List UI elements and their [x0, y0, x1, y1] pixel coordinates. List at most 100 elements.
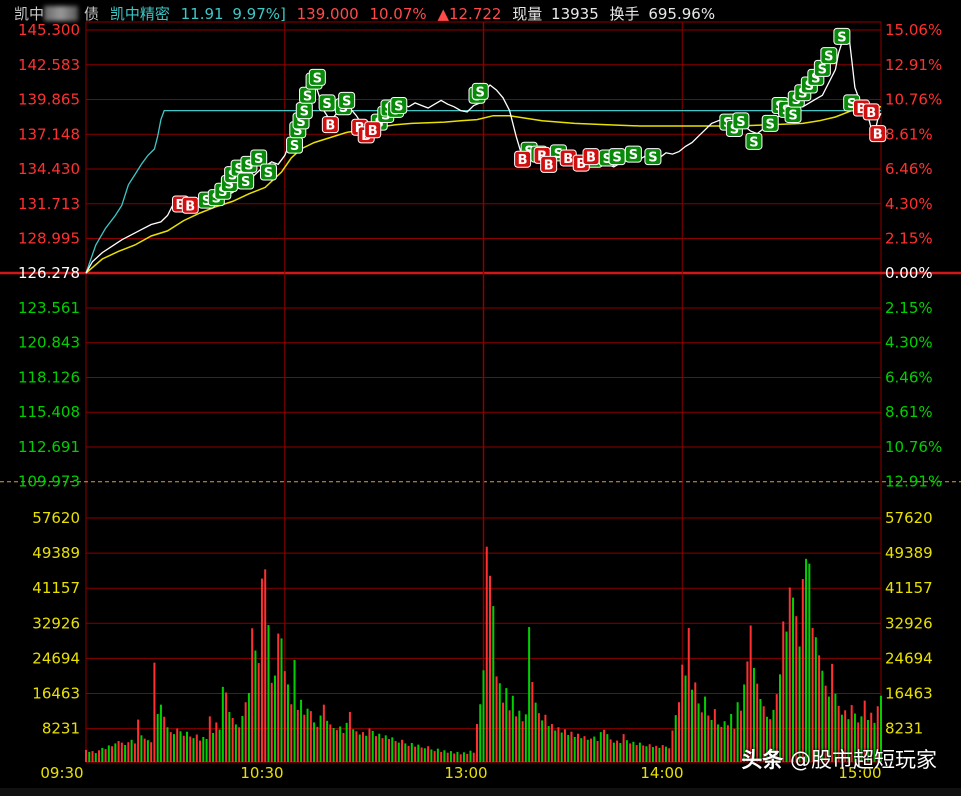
- sell-marker-letter: S: [290, 139, 299, 154]
- sell-marker: S: [761, 114, 779, 132]
- volume-bar: [111, 746, 114, 762]
- time-tick-label: 13:00: [444, 764, 487, 782]
- volume-tick-label: 16463: [32, 685, 80, 703]
- sell-marker-letter: S: [736, 115, 745, 130]
- stock-name-prefix: 凯中: [14, 5, 45, 23]
- sell-marker-letter: S: [241, 175, 250, 190]
- volume-tick-label: 16463: [885, 685, 933, 703]
- volume-bar: [391, 737, 394, 762]
- volume-value: 13935: [551, 5, 599, 23]
- volume-bar: [273, 675, 276, 762]
- quote-header: 凯中 债 凯中精密 11.91 9.97%] 139.000 10.07% ▲12…: [14, 3, 721, 25]
- volume-bar: [544, 714, 547, 762]
- volume-bar: [231, 717, 234, 762]
- sell-marker: S: [644, 148, 662, 166]
- volume-bar: [414, 746, 417, 762]
- volume-tick-label: 24694: [885, 649, 933, 667]
- volume-bar: [479, 704, 482, 762]
- volume-bar: [638, 742, 641, 762]
- volume-bar: [668, 748, 671, 762]
- volume-bar: [508, 710, 511, 762]
- related-stock-name[interactable]: 凯中精密: [110, 5, 170, 23]
- volume-bar: [583, 736, 586, 762]
- volume-bar: [195, 734, 198, 762]
- volume-bar: [606, 734, 609, 762]
- sell-marker: S: [820, 47, 838, 65]
- sell-marker-letter: S: [394, 99, 403, 114]
- volume-bar: [143, 738, 146, 762]
- volume-bar: [254, 650, 257, 762]
- volume-bar: [114, 743, 117, 762]
- price-tick-label: 123.561: [18, 299, 80, 317]
- volume-bar: [293, 659, 296, 762]
- intraday-chart[interactable]: 145.300142.583139.865137.148134.430131.7…: [0, 0, 961, 796]
- sell-marker-letter: S: [303, 89, 312, 104]
- sell-marker: S: [745, 132, 763, 150]
- volume-bar: [124, 745, 127, 762]
- volume-bar: [260, 578, 263, 762]
- pct-tick-label: 15.06%: [885, 21, 942, 39]
- volume-bar: [557, 727, 560, 762]
- volume-bar: [528, 627, 531, 762]
- volume-bar: [785, 631, 788, 762]
- volume-bar: [397, 742, 400, 762]
- volume-bar: [651, 747, 654, 762]
- stock-name[interactable]: 凯中 债: [14, 5, 99, 23]
- volume-bar: [296, 709, 299, 762]
- volume-bar: [159, 704, 162, 762]
- pct-tick-label: 4.30%: [885, 334, 933, 352]
- volume-bar: [736, 702, 739, 762]
- volume-bar: [205, 738, 208, 762]
- volume-bar: [492, 606, 495, 762]
- volume-bar: [326, 720, 329, 762]
- pct-tick-label: 2.15%: [885, 299, 933, 317]
- volume-bar: [300, 699, 303, 762]
- pct-tick-label: 12.91%: [885, 473, 942, 491]
- volume-bar: [361, 732, 364, 762]
- volume-bar: [436, 748, 439, 762]
- volume-bar: [407, 745, 410, 762]
- volume-tick-label: 24694: [32, 649, 80, 667]
- related-stock-pct: 9.97%]: [232, 5, 286, 23]
- sell-marker-letter: S: [476, 85, 485, 100]
- volume-bar: [713, 709, 716, 762]
- volume-bar: [208, 716, 211, 762]
- volume-bar: [801, 579, 804, 762]
- pct-tick-label: 8.61%: [885, 403, 933, 421]
- volume-bar: [495, 676, 498, 762]
- volume-bar: [710, 719, 713, 762]
- buy-marker-letter: B: [563, 152, 573, 167]
- volume-bar: [720, 726, 723, 762]
- volume-bar: [433, 751, 436, 762]
- buy-marker-letter: B: [185, 199, 195, 214]
- sell-marker: S: [237, 172, 255, 190]
- volume-bar: [156, 713, 159, 762]
- volume-bar: [811, 627, 814, 762]
- sell-marker-letter: S: [824, 50, 833, 65]
- sell-marker-letter: S: [818, 62, 827, 77]
- volume-bar: [251, 628, 254, 762]
- volume-bar: [384, 735, 387, 762]
- sell-marker-letter: S: [300, 105, 309, 120]
- volume-bar: [218, 729, 221, 762]
- volume-bar: [547, 726, 550, 762]
- volume-bar: [635, 745, 638, 762]
- volume-bar: [120, 742, 123, 762]
- sell-marker: S: [784, 105, 802, 123]
- volume-bar: [449, 751, 452, 762]
- volume-bar: [625, 740, 628, 762]
- volume-bar: [287, 684, 290, 762]
- volume-bar: [485, 546, 488, 762]
- volume-bar: [603, 729, 606, 762]
- volume-bar: [303, 714, 306, 762]
- volume-bar: [524, 714, 527, 762]
- volume-bar: [655, 745, 658, 762]
- volume-bar: [85, 749, 87, 762]
- buy-marker: B: [540, 155, 558, 173]
- volume-bar: [166, 727, 169, 762]
- volume-bar: [179, 731, 182, 762]
- volume-bar: [401, 739, 404, 762]
- volume-tick-label: 32926: [885, 614, 933, 632]
- volume-bar: [150, 742, 153, 762]
- sell-marker: S: [295, 102, 313, 120]
